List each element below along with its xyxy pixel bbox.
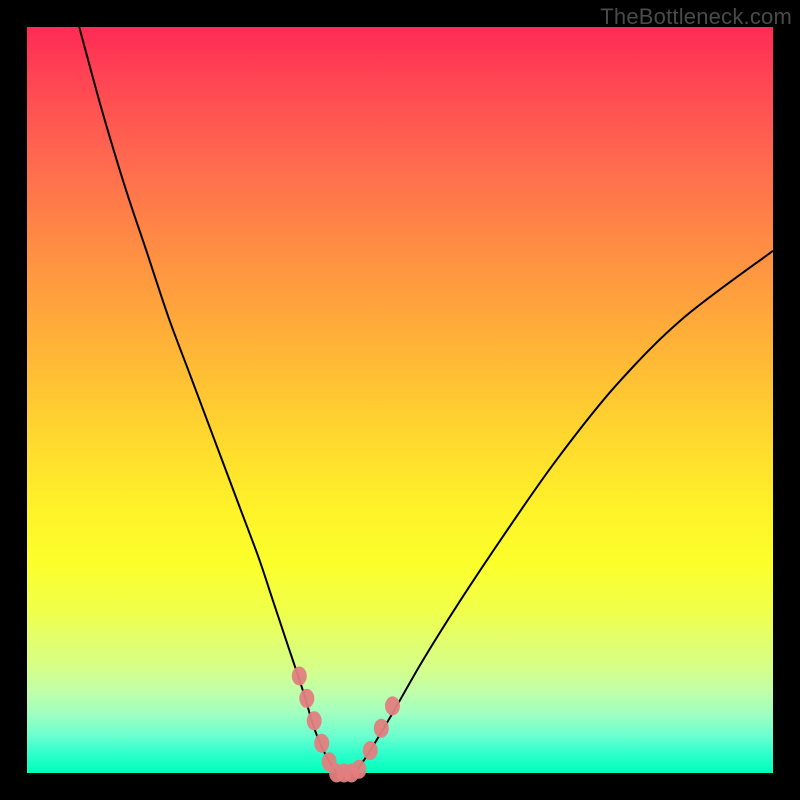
marker-point	[315, 734, 329, 752]
marker-point	[386, 697, 400, 715]
marker-group	[292, 667, 399, 782]
marker-point	[374, 719, 388, 737]
plot-area	[27, 27, 773, 773]
marker-point	[307, 712, 321, 730]
marker-point	[300, 689, 314, 707]
chart-stage: TheBottleneck.com	[0, 0, 800, 800]
marker-point	[292, 667, 306, 685]
watermark-text: TheBottleneck.com	[600, 4, 792, 30]
marker-point	[352, 760, 366, 778]
marker-point	[363, 742, 377, 760]
curves-svg	[27, 27, 773, 773]
left-curve	[79, 27, 336, 773]
right-curve	[355, 251, 773, 773]
